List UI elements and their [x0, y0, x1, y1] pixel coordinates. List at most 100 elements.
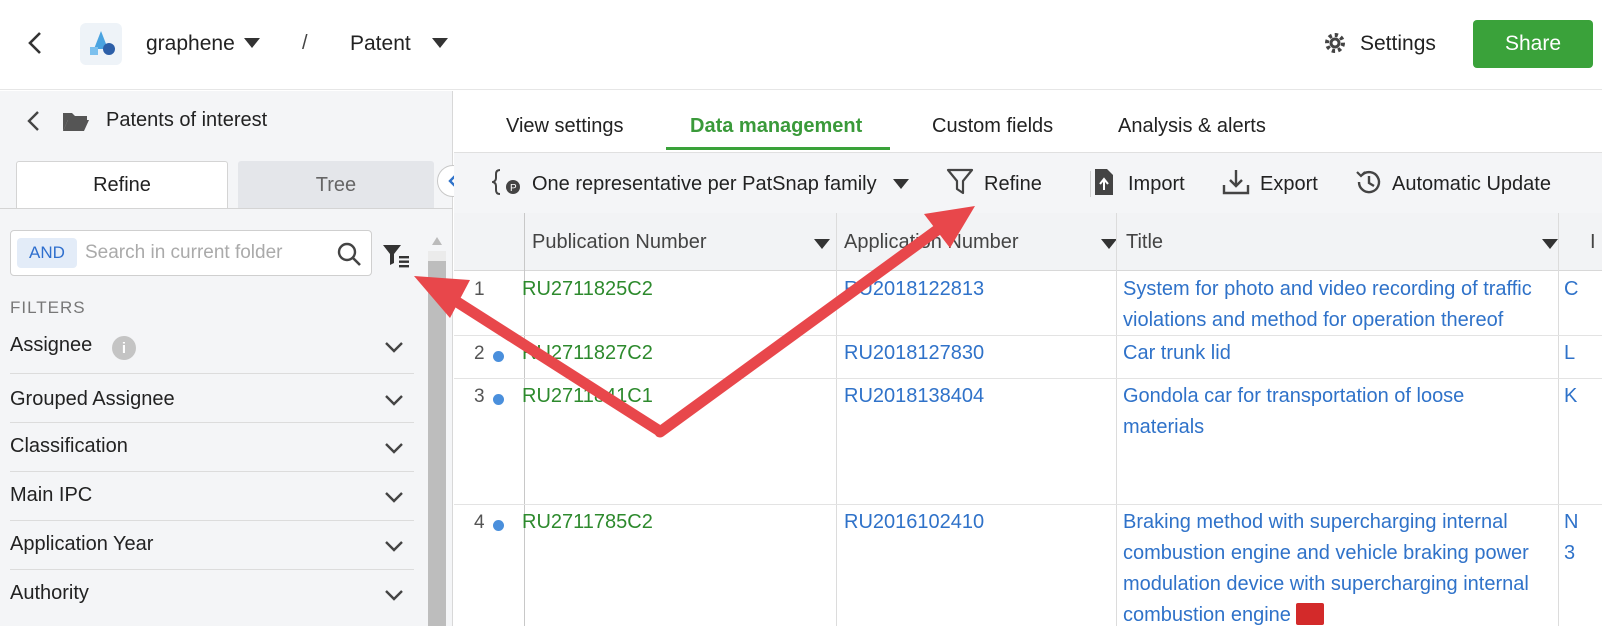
- caret-down-icon[interactable]: [893, 179, 909, 189]
- title-line: combustion engine and vehicle braking po…: [1123, 538, 1553, 569]
- import-button[interactable]: Import: [1128, 173, 1185, 196]
- title-line: Gondola car for transportation of loose: [1123, 381, 1553, 412]
- filter-classification[interactable]: Classification: [10, 423, 414, 472]
- unread-dot: [493, 351, 504, 362]
- truncated-cell[interactable]: N 3: [1564, 507, 1578, 569]
- tab-view-settings[interactable]: View settings: [506, 115, 623, 138]
- filter-application-year[interactable]: Application Year: [10, 521, 414, 570]
- automatic-update-button[interactable]: Automatic Update: [1392, 173, 1551, 196]
- table-row[interactable]: 3 RU2711841C1 RU2018138404 Gondola car f…: [454, 380, 1602, 505]
- filter-authority[interactable]: Authority: [10, 570, 414, 619]
- settings-link[interactable]: Settings: [1360, 32, 1436, 56]
- table-row[interactable]: 4 RU2711785C2 RU2016102410 Braking metho…: [454, 506, 1602, 636]
- title-link[interactable]: Car trunk lid: [1123, 338, 1231, 369]
- filter-assignee[interactable]: Assignee: [10, 325, 414, 374]
- tab-divider: [0, 208, 453, 209]
- tab-analysis-alerts[interactable]: Analysis & alerts: [1118, 115, 1266, 138]
- chevron-down-icon[interactable]: [384, 442, 404, 454]
- truncated-cell[interactable]: K: [1564, 381, 1577, 412]
- filter-grouped-assignee[interactable]: Grouped Assignee: [10, 374, 414, 423]
- filter-label: Authority: [10, 582, 89, 605]
- unread-dot: [493, 520, 504, 531]
- breadcrumb-separator: /: [302, 32, 308, 55]
- caret-down-icon[interactable]: [814, 239, 830, 249]
- main-panel: View settings Data management Custom fie…: [454, 91, 1602, 626]
- column-header-publication-number[interactable]: Publication Number: [532, 231, 707, 254]
- and-operator-badge[interactable]: AND: [17, 238, 77, 268]
- family-icon: P: [492, 167, 522, 197]
- toolbar-divider: [1090, 171, 1091, 197]
- section-name[interactable]: Patent: [350, 32, 411, 56]
- refine-filter-icon[interactable]: [946, 167, 974, 197]
- family-mode-dropdown[interactable]: One representative per PatSnap family: [532, 173, 877, 196]
- filter-main-ipc[interactable]: Main IPC: [10, 472, 414, 521]
- title-line: modulation device with supercharging int…: [1123, 569, 1553, 600]
- sidebar: Patents of interest Refine Tree AND FILT…: [0, 91, 453, 626]
- caret-down-icon[interactable]: [1542, 239, 1558, 249]
- column-header-title[interactable]: Title: [1126, 231, 1163, 254]
- caret-down-icon[interactable]: [432, 38, 448, 48]
- title-line: violations and method for operation ther…: [1123, 305, 1553, 336]
- tab-custom-fields[interactable]: Custom fields: [932, 115, 1053, 138]
- share-button[interactable]: Share: [1473, 20, 1593, 68]
- scroll-up-icon[interactable]: [432, 237, 442, 245]
- row-number: 1: [474, 279, 485, 301]
- row-number: 3: [474, 386, 485, 408]
- search-input[interactable]: [85, 239, 315, 267]
- tab-data-management[interactable]: Data management: [690, 115, 862, 138]
- chevron-down-icon[interactable]: [384, 491, 404, 503]
- title-line: materials: [1123, 412, 1553, 443]
- workspace-name[interactable]: graphene: [146, 32, 235, 56]
- column-header-application-number[interactable]: Application Number: [844, 231, 1019, 254]
- title-link[interactable]: Gondola car for transportation of loose …: [1123, 381, 1553, 443]
- folder-search-box: AND: [10, 230, 372, 276]
- caret-down-icon[interactable]: [244, 38, 260, 48]
- application-number-link[interactable]: RU2018127830: [844, 338, 984, 369]
- publication-number-link[interactable]: RU2711841C1: [522, 381, 653, 412]
- caret-down-icon[interactable]: [1101, 239, 1117, 249]
- chevron-down-icon[interactable]: [384, 589, 404, 601]
- truncated-cell[interactable]: L: [1564, 338, 1575, 369]
- tab-tree[interactable]: Tree: [238, 161, 434, 209]
- scrollbar-thumb[interactable]: [428, 261, 446, 626]
- title-line: System for photo and video recording of …: [1123, 274, 1553, 305]
- info-icon[interactable]: i: [112, 336, 136, 360]
- truncated-cell[interactable]: C: [1564, 274, 1578, 305]
- application-number-link[interactable]: RU2018138404: [844, 381, 984, 412]
- filter-list-icon[interactable]: [382, 243, 410, 269]
- title-link[interactable]: Braking method with supercharging intern…: [1123, 507, 1553, 631]
- publication-number-link[interactable]: RU2711785C2: [522, 507, 653, 538]
- table-header: Publication Number Application Number Ti…: [454, 213, 1602, 271]
- pdf-icon[interactable]: [1296, 603, 1324, 625]
- publication-number-link[interactable]: RU2711825C2: [522, 274, 653, 305]
- export-icon[interactable]: [1222, 167, 1250, 197]
- title-line: combustion engine: [1123, 604, 1291, 626]
- refine-button[interactable]: Refine: [984, 173, 1042, 196]
- export-button[interactable]: Export: [1260, 173, 1318, 196]
- row-number: 2: [474, 343, 485, 365]
- publication-number-link[interactable]: RU2711827C2: [522, 338, 653, 369]
- truncated-line: 3: [1564, 538, 1578, 569]
- back-arrow-icon[interactable]: [22, 28, 50, 58]
- title-link[interactable]: System for photo and video recording of …: [1123, 274, 1553, 336]
- table-row[interactable]: 1 RU2711825C2 RU2018122813 System for ph…: [454, 272, 1602, 336]
- active-tab-indicator: [666, 147, 890, 150]
- gear-icon[interactable]: [1322, 30, 1348, 56]
- application-number-link[interactable]: RU2016102410: [844, 507, 984, 538]
- tab-refine[interactable]: Refine: [16, 161, 228, 209]
- filter-label: Main IPC: [10, 484, 92, 507]
- folder-open-icon: [62, 110, 90, 132]
- row-number: 4: [474, 512, 485, 534]
- chevron-down-icon[interactable]: [384, 341, 404, 353]
- chevron-down-icon[interactable]: [384, 394, 404, 406]
- chevron-down-icon[interactable]: [384, 540, 404, 552]
- title-line: Braking method with supercharging intern…: [1123, 507, 1553, 538]
- application-number-link[interactable]: RU2018122813: [844, 274, 984, 305]
- import-icon[interactable]: [1092, 167, 1116, 197]
- data-toolbar: P One representative per PatSnap family …: [454, 153, 1602, 213]
- search-icon[interactable]: [336, 241, 362, 267]
- table-row[interactable]: 2 RU2711827C2 RU2018127830 Car trunk lid…: [454, 337, 1602, 379]
- workspace-logo: [80, 23, 122, 65]
- back-arrow-icon[interactable]: [24, 109, 44, 133]
- history-icon[interactable]: [1354, 167, 1384, 197]
